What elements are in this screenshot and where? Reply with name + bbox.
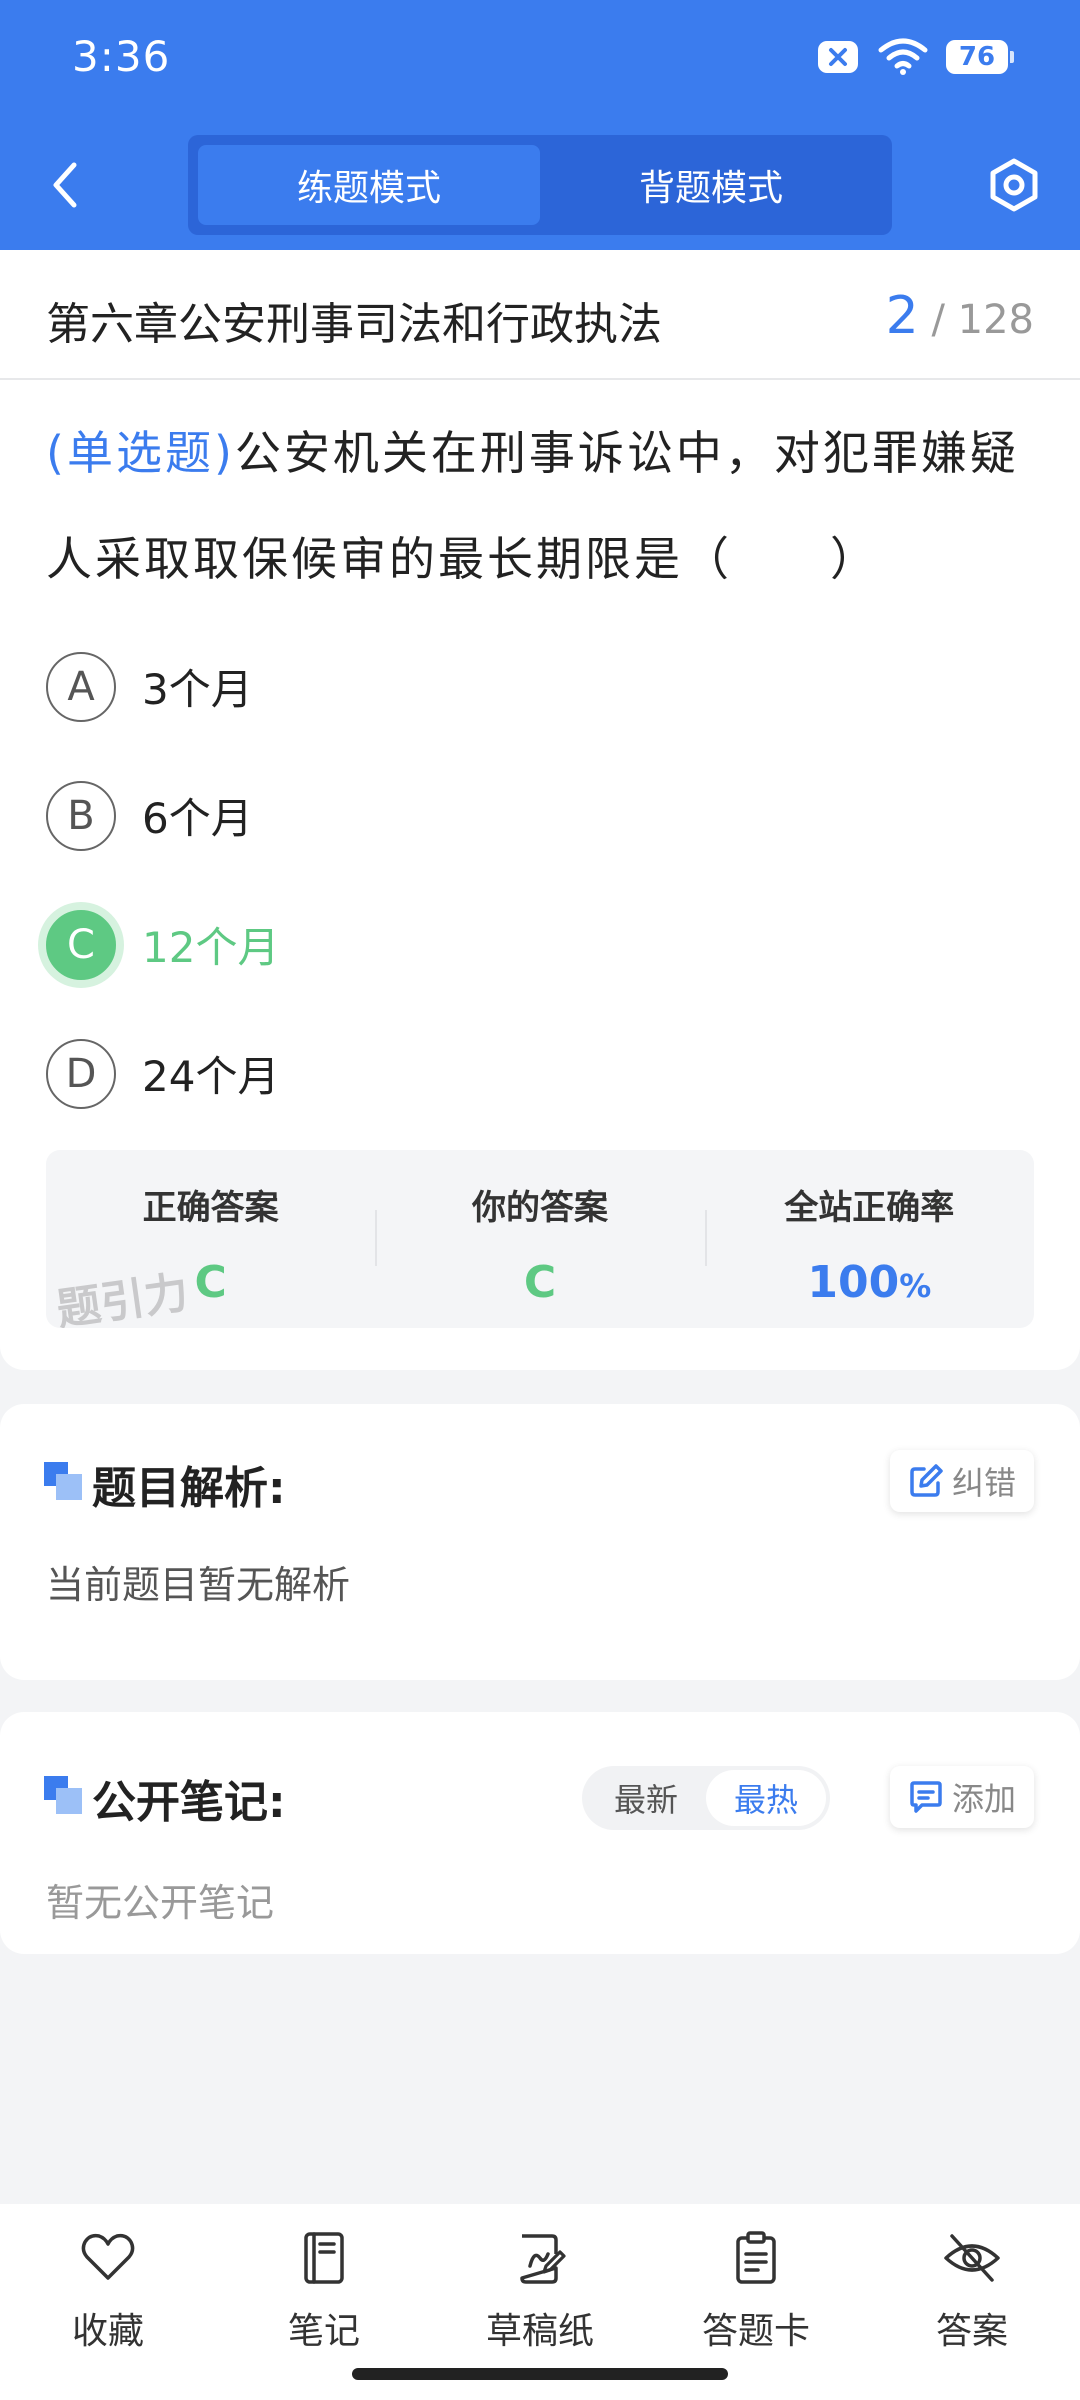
battery-indicator: 76 [946, 40, 1014, 74]
stat-site-accuracy: 全站正确率 100% [704, 1150, 1034, 1328]
home-indicator[interactable] [352, 2368, 728, 2380]
options-list: A 3个月 B 6个月 C 12个月 D 24个月 [46, 622, 279, 1138]
option-letter: A [46, 651, 116, 722]
sort-newest[interactable]: 最新 [586, 1770, 706, 1826]
app-header: 3:36 76 练题模式 背题模式 [0, 0, 1080, 250]
stat-your-answer: 你的答案 C [375, 1150, 704, 1328]
status-time: 3:36 [72, 32, 171, 81]
notebook-icon [304, 2232, 344, 2284]
edit-icon [910, 1464, 943, 1497]
analysis-body: 当前题目暂无解析 [46, 1563, 351, 1607]
total-questions: / 128 [931, 297, 1034, 343]
nav-label: 草稿纸 [485, 2311, 594, 2352]
option-d[interactable]: D 24个月 [46, 1009, 279, 1138]
section-marker-icon [44, 1776, 82, 1814]
option-letter: C [46, 909, 116, 980]
option-a[interactable]: A 3个月 [46, 622, 279, 751]
nav-label: 收藏 [71, 2311, 144, 2352]
battery-level: 76 [958, 42, 996, 72]
stat-label: 正确答案 [142, 1188, 279, 1228]
nav-label: 笔记 [287, 2311, 360, 2352]
settings-icon[interactable] [984, 155, 1044, 215]
nav-label: 答案 [935, 2311, 1008, 2352]
option-letter: B [46, 780, 116, 851]
chapter-bar: 第六章公安刑事司法和行政执法 2 / 128 [0, 250, 1080, 380]
report-error-label: 纠错 [951, 1464, 1016, 1502]
wifi-icon [878, 38, 928, 75]
section-marker-icon [44, 1462, 82, 1500]
option-text: 6个月 [142, 794, 253, 843]
stat-value: C [523, 1257, 557, 1308]
option-text: 12个月 [142, 923, 280, 972]
comment-icon [910, 1781, 942, 1813]
question-counter[interactable]: 2 / 128 [886, 286, 1034, 346]
nav-label: 答题卡 [701, 2311, 810, 2352]
notification-icon [818, 41, 858, 73]
eye-off-icon [944, 2234, 1000, 2282]
question-type: (单选题) [46, 426, 235, 480]
answer-stats: 正确答案 C 题引力 你的答案 C 全站正确率 100% [46, 1150, 1034, 1328]
option-text: 3个月 [142, 665, 253, 714]
notes-title: 公开笔记: [92, 1777, 286, 1828]
accuracy-number: 100 [807, 1257, 900, 1308]
option-text: 24个月 [142, 1052, 280, 1101]
accuracy-unit: % [899, 1267, 932, 1305]
answer-sheet-icon [736, 2231, 776, 2284]
tab-practice-mode[interactable]: 练题模式 [198, 145, 540, 225]
tab-memorize-mode[interactable]: 背题模式 [540, 145, 882, 225]
status-icons: 76 [816, 38, 1014, 76]
stat-correct-answer: 正确答案 C 题引力 [46, 1150, 375, 1328]
notes-sort-toggle: 最新 最热 [582, 1766, 830, 1830]
option-c[interactable]: C 12个月 [46, 880, 279, 1009]
heart-icon [81, 2233, 135, 2280]
nav-favorite[interactable]: 收藏 [0, 2204, 216, 2400]
nav-show-answer[interactable]: 答案 [864, 2204, 1080, 2400]
add-note-label: 添加 [951, 1780, 1016, 1818]
analysis-card: 题目解析: 纠错 当前题目暂无解析 [0, 1404, 1080, 1680]
current-question-number: 2 [885, 286, 919, 346]
public-notes-card: 公开笔记: 最新 最热 添加 暂无公开笔记 [0, 1712, 1080, 1954]
report-error-button[interactable]: 纠错 [889, 1450, 1034, 1512]
stat-value: 100% [807, 1257, 931, 1308]
back-icon[interactable] [40, 155, 90, 215]
option-b[interactable]: B 6个月 [46, 751, 279, 880]
stat-value: C [194, 1257, 227, 1308]
question-text-block: (单选题)公安机关在刑事诉讼中，对犯罪嫌疑人采取取保候审的最长期限是（ ） [46, 400, 1046, 612]
stat-label: 全站正确率 [784, 1188, 955, 1228]
chapter-title: 第六章公安刑事司法和行政执法 [46, 299, 662, 350]
analysis-title: 题目解析: [92, 1463, 286, 1514]
notes-body: 暂无公开笔记 [46, 1881, 275, 1925]
sort-hottest[interactable]: 最热 [706, 1770, 826, 1826]
watermark: 题引力 [53, 1267, 192, 1328]
stat-label: 你的答案 [471, 1188, 608, 1228]
option-letter: D [46, 1038, 116, 1109]
draft-paper-icon [520, 2234, 566, 2284]
question-card: 第六章公安刑事司法和行政执法 2 / 128 (单选题)公安机关在刑事诉讼中，对… [0, 250, 1080, 1370]
mode-switch: 练题模式 背题模式 [188, 135, 892, 235]
add-note-button[interactable]: 添加 [889, 1766, 1034, 1828]
